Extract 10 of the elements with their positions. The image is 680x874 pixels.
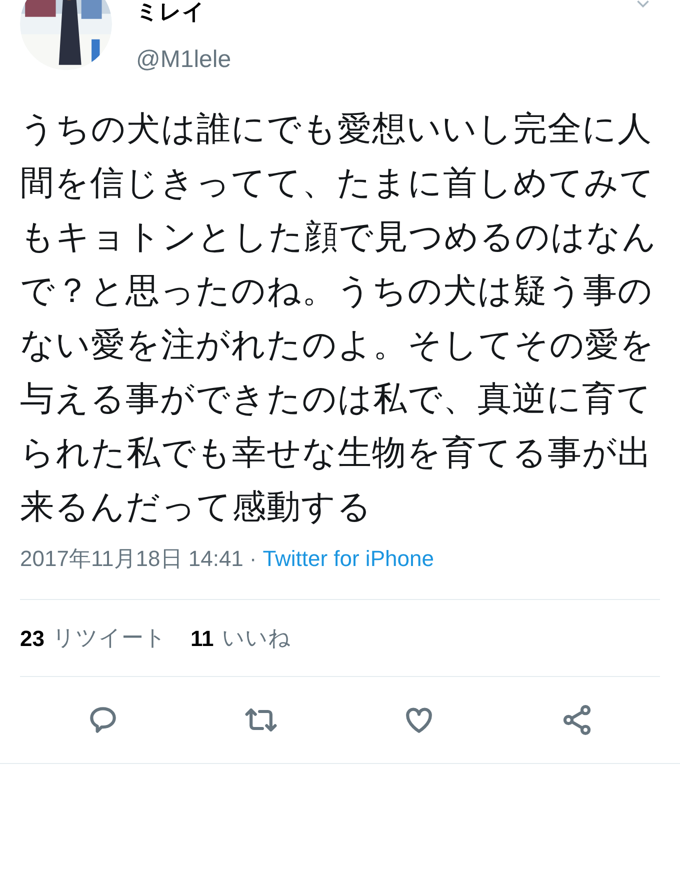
display-name: ミレイ xyxy=(136,0,206,26)
tweet-text: うちの犬は誰にでも愛想いいし完全に人間を信じきってて、たまに首しめてみてもキョトンとした顔で見つめるのはなんで？と思ったのね。うちの犬は疑う事のない愛を注がれたのよ。そしてその愛を与える事ができたのは私で、真逆に育てられた私でも幸せな生物を育てる事が出来るんだって感動する xyxy=(19,108,658,529)
separator-dot: · xyxy=(249,545,257,573)
stat-count: 11 xyxy=(190,624,214,652)
stat-label[interactable]: リツイート xyxy=(52,622,166,654)
stat-label[interactable]: いいね xyxy=(222,622,291,654)
user-handle: @M1lele xyxy=(136,45,232,75)
source-link[interactable]: Twitter for iPhone xyxy=(262,542,434,575)
timestamp: 2017年11月18日 14:41 xyxy=(20,545,244,573)
stat-count: 23 xyxy=(20,624,44,652)
